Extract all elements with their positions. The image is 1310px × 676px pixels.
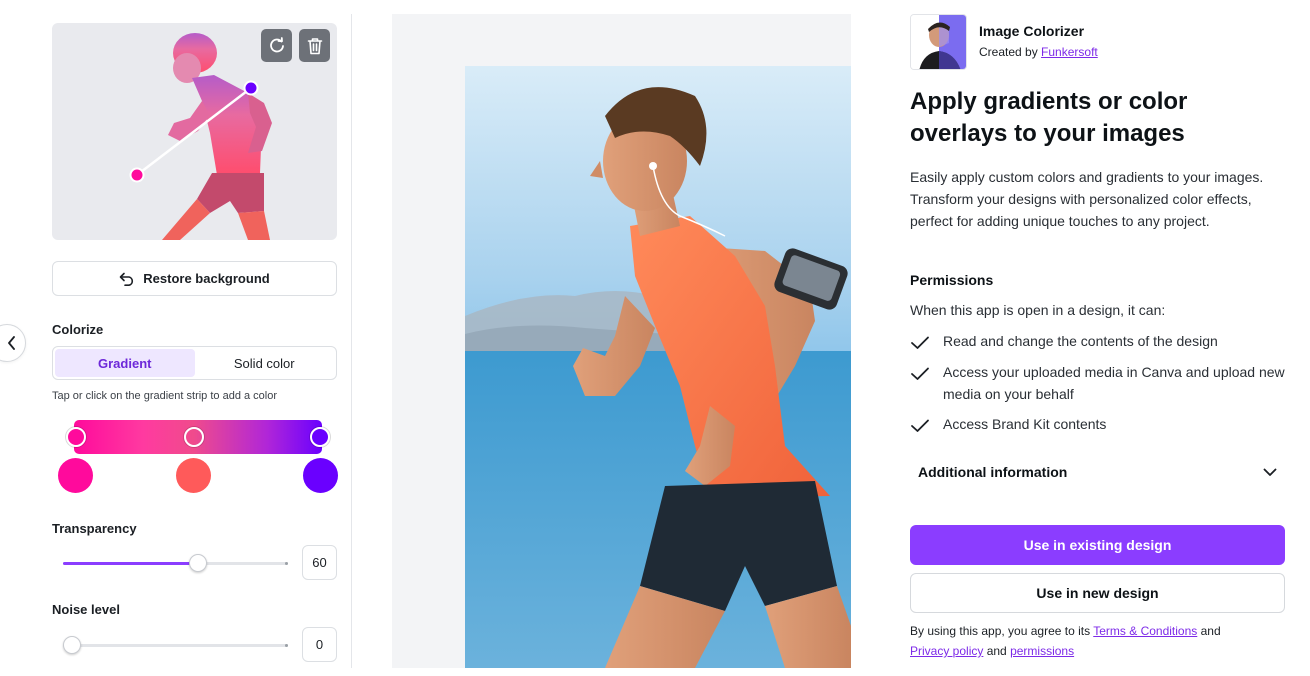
permissions-intro: When this app is open in a design, it ca… [910, 302, 1166, 318]
privacy-policy-link[interactable]: Privacy policy [910, 644, 983, 658]
permissions-title: Permissions [910, 272, 994, 288]
use-in-existing-design-button[interactable]: Use in existing design [910, 525, 1285, 565]
check-icon [910, 361, 931, 405]
slider-end-marker [285, 644, 288, 647]
permission-item: Access your uploaded media in Canva and … [910, 361, 1285, 405]
check-icon [910, 413, 931, 439]
additional-information-toggle[interactable]: Additional information [910, 454, 1285, 490]
panel-divider [351, 14, 352, 668]
runner-photo [465, 66, 851, 668]
color-swatch-1[interactable] [58, 458, 93, 493]
back-button[interactable] [0, 324, 26, 362]
colorize-label: Colorize [52, 322, 104, 337]
terms-link[interactable]: Terms & Conditions [1093, 624, 1197, 638]
colorized-preview[interactable] [52, 23, 337, 240]
undo-arrow-icon [119, 272, 135, 286]
transparency-slider[interactable] [63, 554, 288, 572]
permission-item: Access Brand Kit contents [910, 413, 1285, 439]
tab-gradient[interactable]: Gradient [55, 349, 195, 377]
reset-button[interactable] [261, 29, 292, 62]
app-name: Image Colorizer [979, 23, 1085, 39]
app-headline: Apply gradients or color overlays to you… [910, 88, 1188, 147]
terms-and: and [983, 644, 1011, 658]
slider-end-marker [285, 562, 288, 565]
restore-background-label: Restore background [143, 271, 270, 286]
chevron-down-icon [1263, 468, 1277, 477]
app-creator: Created by Funkersoft [979, 45, 1098, 59]
chevron-left-icon [7, 336, 17, 350]
noise-level-thumb[interactable] [63, 636, 81, 654]
gradient-stop-2[interactable] [184, 427, 204, 447]
restore-background-button[interactable]: Restore background [52, 261, 337, 296]
gradient-hint: Tap or click on the gradient strip to ad… [52, 390, 278, 402]
permission-item: Read and change the contents of the desi… [910, 330, 1285, 356]
color-swatch-2[interactable] [176, 458, 211, 493]
terms-and: and [1197, 624, 1221, 638]
delete-button[interactable] [299, 29, 330, 62]
transparency-value[interactable]: 60 [302, 545, 337, 580]
trash-icon [307, 37, 323, 55]
colorizer-controls: Restore background Colorize Gradient Sol… [52, 0, 338, 676]
permission-text: Access your uploaded media in Canva and … [943, 364, 1285, 402]
additional-information-label: Additional information [918, 464, 1068, 480]
created-by-label: Created by [979, 45, 1042, 59]
gradient-stop-3[interactable] [310, 427, 330, 447]
permission-text: Read and change the contents of the desi… [943, 333, 1218, 349]
runner-silhouette [129, 33, 272, 240]
creator-link[interactable]: Funkersoft [1041, 45, 1098, 59]
transparency-fill [63, 562, 198, 565]
tab-solid-color[interactable]: Solid color [195, 349, 335, 377]
transparency-thumb[interactable] [189, 554, 207, 572]
app-details-panel: Image Colorizer Created by Funkersoft Ap… [910, 0, 1285, 676]
use-in-new-design-button[interactable]: Use in new design [910, 573, 1285, 613]
noise-level-label: Noise level [52, 602, 120, 617]
noise-level-slider[interactable] [63, 636, 288, 654]
gradient-stop-1[interactable] [66, 427, 86, 447]
check-icon [910, 330, 931, 356]
transparency-label: Transparency [52, 521, 137, 536]
noise-level-value[interactable]: 0 [302, 627, 337, 662]
rotate-icon [268, 36, 286, 55]
color-swatch-3[interactable] [303, 458, 338, 493]
terms-notice: By using this app, you agree to its Term… [910, 621, 1285, 661]
permission-text: Access Brand Kit contents [943, 416, 1107, 432]
app-icon [910, 14, 967, 70]
app-description: Easily apply custom colors and gradients… [910, 169, 1264, 229]
colorize-mode-toggle: Gradient Solid color [52, 346, 337, 380]
terms-prefix: By using this app, you agree to its [910, 624, 1094, 638]
permissions-link[interactable]: permissions [1010, 644, 1074, 658]
